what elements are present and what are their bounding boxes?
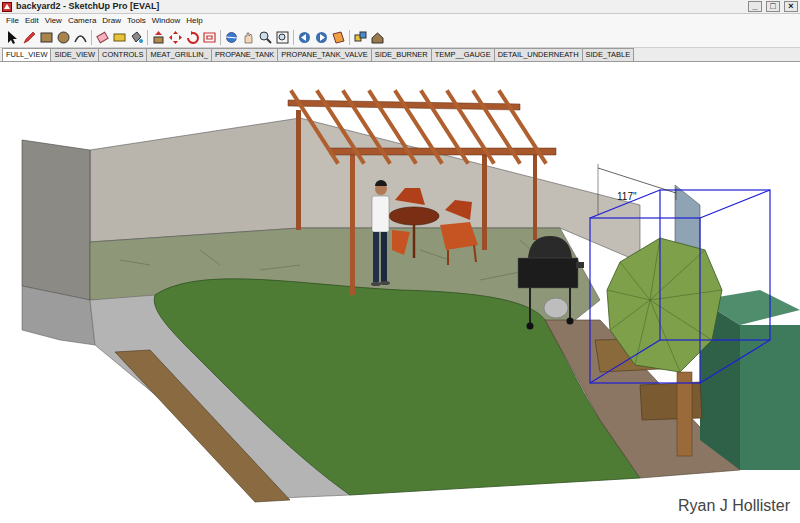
tool-button[interactable] bbox=[111, 29, 128, 46]
scene-tab[interactable]: SIDE_BURNER bbox=[371, 48, 432, 61]
eraser-icon bbox=[95, 30, 110, 45]
patio-table bbox=[389, 188, 478, 265]
tool-button[interactable] bbox=[184, 29, 201, 46]
title-bar: backyard2 - SketchUp Pro [EVAL] _ □ × bbox=[0, 0, 800, 14]
menu-item[interactable]: Camera bbox=[65, 14, 99, 28]
toolbar-separator bbox=[147, 30, 148, 45]
menu-bar: FileEditViewCameraDrawToolsWindowHelp bbox=[0, 14, 800, 28]
restore-button[interactable]: □ bbox=[766, 1, 780, 12]
scene-tab[interactable]: CONTROLS bbox=[98, 48, 147, 61]
pergola bbox=[288, 92, 556, 295]
scene-tabs: FULL_VIEWSIDE_VIEWCONTROLSMEAT_GRILLIN_P… bbox=[0, 48, 800, 62]
tool-button[interactable] bbox=[4, 29, 21, 46]
menu-item[interactable]: Edit bbox=[22, 14, 42, 28]
previous-view-icon bbox=[297, 30, 312, 45]
window-title: backyard2 - SketchUp Pro [EVAL] bbox=[16, 0, 159, 14]
orbit-icon bbox=[224, 30, 239, 45]
tape-measure-icon bbox=[112, 30, 127, 45]
scene-tab[interactable]: SIDE_TABLE bbox=[582, 48, 635, 61]
tool-button[interactable] bbox=[201, 29, 218, 46]
scene-tab[interactable]: SIDE_VIEW bbox=[50, 48, 99, 61]
tool-button[interactable] bbox=[167, 29, 184, 46]
scene-tab[interactable]: FULL_VIEW bbox=[2, 48, 51, 61]
scene-tab[interactable]: TEMP__GAUGE bbox=[431, 48, 495, 61]
toolbar-separator bbox=[293, 30, 294, 45]
scene-tab[interactable]: MEAT_GRILLIN_ bbox=[146, 48, 211, 61]
sketchup-logo-icon bbox=[2, 2, 12, 12]
minimize-button[interactable]: _ bbox=[748, 1, 762, 12]
tool-button[interactable] bbox=[72, 29, 89, 46]
tool-button[interactable] bbox=[313, 29, 330, 46]
push-pull-icon bbox=[151, 30, 166, 45]
scene-tab[interactable]: PROPANE_TANK_VALVE bbox=[277, 48, 371, 61]
rectangle-icon bbox=[39, 30, 54, 45]
menu-item[interactable]: Window bbox=[149, 14, 183, 28]
zoom-icon bbox=[258, 30, 273, 45]
next-view-icon bbox=[314, 30, 329, 45]
watermark: Ryan J Hollister bbox=[674, 493, 794, 519]
tool-button[interactable] bbox=[55, 29, 72, 46]
tool-button[interactable] bbox=[274, 29, 291, 46]
menu-item[interactable]: Draw bbox=[99, 14, 124, 28]
select-arrow-icon bbox=[5, 30, 20, 45]
menu-item[interactable]: Tools bbox=[124, 14, 149, 28]
lawn bbox=[154, 279, 640, 495]
tool-button[interactable] bbox=[223, 29, 240, 46]
warehouse-icon bbox=[370, 30, 385, 45]
tool-button[interactable] bbox=[150, 29, 167, 46]
tool-button[interactable] bbox=[38, 29, 55, 46]
scene-tab[interactable]: PROPANE_TANK bbox=[211, 48, 278, 61]
viewport[interactable]: 117" Ryan J Hollister bbox=[0, 62, 800, 523]
arc-icon bbox=[73, 30, 88, 45]
tool-button[interactable] bbox=[352, 29, 369, 46]
circle-icon bbox=[56, 30, 71, 45]
components-icon bbox=[353, 30, 368, 45]
grill bbox=[518, 236, 584, 330]
move-icon bbox=[168, 30, 183, 45]
tool-button[interactable] bbox=[128, 29, 145, 46]
tool-button[interactable] bbox=[296, 29, 313, 46]
backyard-model[interactable]: 117" bbox=[0, 62, 800, 523]
rotate-icon bbox=[185, 30, 200, 45]
dimension: 117" bbox=[598, 164, 676, 215]
zoom-extents-icon bbox=[275, 30, 290, 45]
menu-item[interactable]: Help bbox=[183, 14, 205, 28]
tool-button[interactable] bbox=[240, 29, 257, 46]
toolbar bbox=[0, 28, 800, 48]
tool-button[interactable] bbox=[369, 29, 386, 46]
pencil-icon bbox=[22, 30, 37, 45]
section-plane-icon bbox=[331, 30, 346, 45]
scene-tab[interactable]: DETAIL_UNDERNEATH bbox=[494, 48, 583, 61]
offset-icon bbox=[202, 30, 217, 45]
tool-button[interactable] bbox=[21, 29, 38, 46]
close-button[interactable]: × bbox=[784, 1, 798, 12]
window-controls: _ □ × bbox=[748, 1, 798, 12]
toolbar-separator bbox=[220, 30, 221, 45]
toolbar-separator bbox=[349, 30, 350, 45]
tool-button[interactable] bbox=[257, 29, 274, 46]
dimension-label: 117" bbox=[617, 191, 637, 202]
tool-button[interactable] bbox=[330, 29, 347, 46]
toolbar-separator bbox=[91, 30, 92, 45]
menu-item[interactable]: View bbox=[42, 14, 65, 28]
selection-box bbox=[590, 190, 770, 383]
menu-item[interactable]: File bbox=[3, 14, 22, 28]
pan-icon bbox=[241, 30, 256, 45]
tool-button[interactable] bbox=[94, 29, 111, 46]
tree bbox=[607, 238, 722, 456]
paint-bucket-icon bbox=[129, 30, 144, 45]
person bbox=[371, 180, 390, 286]
